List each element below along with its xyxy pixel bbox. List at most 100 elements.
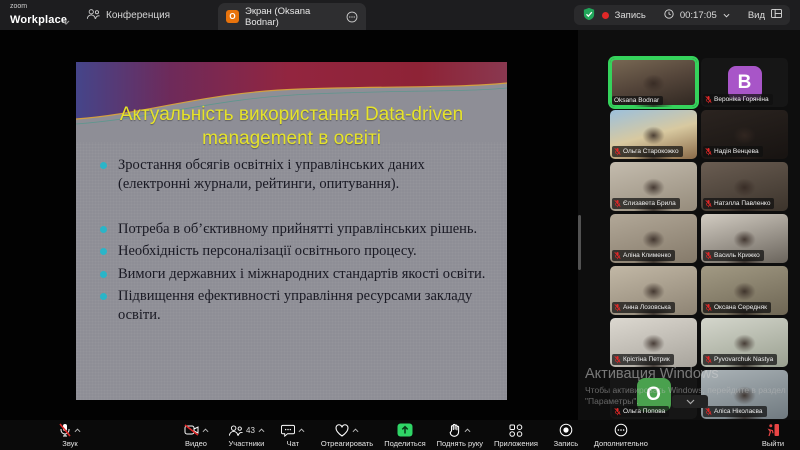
- mic-muted-icon: [614, 147, 621, 156]
- tab-screen-share[interactable]: O Экран (Oksana Bodnar): [218, 3, 366, 30]
- toolbar-record-button[interactable]: Запись: [549, 423, 583, 448]
- participant-name: Василь Крижко: [714, 252, 760, 259]
- collapse-gallery-button[interactable]: [672, 395, 708, 408]
- toolbar-left-group: Звук Видео: [53, 420, 213, 450]
- toolbar-raise-hand-button[interactable]: Поднять руку: [437, 423, 483, 448]
- participant-name: Ольга Попова: [623, 408, 665, 415]
- participant-name-label: Аліса Ніколаєва: [703, 406, 767, 417]
- tab-options-icon[interactable]: [346, 11, 358, 23]
- zoom-window: zoom Workplace Конференция O Экран (Oksa…: [0, 0, 800, 450]
- participant-name: Pyvovarchuk Nastya: [714, 356, 773, 363]
- toolbar-share-button[interactable]: Поделиться: [384, 423, 425, 448]
- toolbar-leave-button[interactable]: Выйти: [756, 423, 790, 448]
- more-icon: [614, 423, 628, 437]
- participant-name-label: Єлизавета Брила: [612, 198, 680, 209]
- slide-bullet: Вимоги державних і міжнародних стандарті…: [98, 265, 490, 284]
- chevron-up-icon[interactable]: [352, 428, 359, 433]
- participant-name-label: Натэлла Павленко: [703, 198, 774, 209]
- participant-tile[interactable]: Pyvovarchuk Nastya: [701, 318, 788, 367]
- sidebar-scrollbar[interactable]: [578, 215, 581, 270]
- toolbar-label: Отреагировать: [321, 439, 373, 448]
- apps-icon: [509, 424, 523, 437]
- tab-conference[interactable]: Конференция: [86, 0, 170, 30]
- tab-screen-label: Экран (Oksana Bodnar): [245, 6, 340, 28]
- zoom-workplace-logo: zoom Workplace: [10, 3, 67, 27]
- toolbar-label: Звук: [62, 439, 77, 448]
- slide-bullet: Підвищення ефективності управління ресур…: [98, 287, 490, 325]
- participants-sidebar: Oksana Bodnar ВВероніка ГорянінаОльга Ста…: [578, 30, 800, 420]
- slide-title: Актуальність використання Data-driven ma…: [76, 103, 507, 151]
- mic-muted-icon: [705, 303, 712, 312]
- toolbar-center-group: 43Участники Чат Отреагировать Поделиться Под…: [228, 420, 648, 450]
- participant-tile[interactable]: Аліса Ніколаєва: [701, 370, 788, 419]
- chevron-up-icon[interactable]: [298, 428, 305, 433]
- record-icon: [559, 423, 573, 437]
- chevron-up-icon[interactable]: [74, 428, 81, 433]
- participant-tile[interactable]: Оксана Середняк: [701, 266, 788, 315]
- meeting-toolbar: Звук Видео 43Участники Чат Отреагировать Под…: [0, 420, 800, 450]
- mic-muted-icon: [705, 147, 712, 156]
- participant-name-label: Аліна Клименко: [612, 250, 675, 261]
- view-label[interactable]: Вид: [748, 10, 765, 21]
- participants-icon: [228, 424, 243, 437]
- participant-name: Натэлла Павленко: [714, 200, 770, 207]
- participant-name-label: Василь Крижко: [703, 250, 764, 261]
- recording-dot-icon: [602, 12, 609, 19]
- participant-tile[interactable]: Oksana Bodnar: [610, 58, 697, 107]
- toolbar-right-group: Выйти: [756, 420, 790, 450]
- meeting-timer: 00:17:05: [680, 10, 717, 21]
- participant-tile[interactable]: Василь Крижко: [701, 214, 788, 263]
- toolbar-label: Выйти: [762, 439, 784, 448]
- audio-icon: [59, 423, 71, 437]
- logo-workplace-text: Workplace: [10, 14, 67, 26]
- meeting-status-bar: Запись 00:17:05 Вид: [574, 5, 790, 25]
- chevron-up-icon[interactable]: [464, 428, 471, 433]
- participant-tile[interactable]: Крістіна Петрик: [610, 318, 697, 367]
- timer-chevron-down-icon[interactable]: [723, 10, 730, 21]
- toolbar-label: Участники: [229, 439, 265, 448]
- participant-tile[interactable]: ВВероніка Горяніна: [701, 58, 788, 107]
- participant-name-label: Pyvovarchuk Nastya: [703, 354, 777, 365]
- chevron-up-icon[interactable]: [258, 428, 265, 433]
- mic-muted-icon: [705, 355, 712, 364]
- participant-name-label: Оксана Середняк: [703, 302, 771, 313]
- toolbar-video-button[interactable]: Видео: [179, 423, 213, 448]
- chevron-down-icon[interactable]: [62, 12, 70, 30]
- recording-label: Запись: [615, 10, 646, 21]
- participant-tile[interactable]: Надія Венцева: [701, 110, 788, 159]
- slide-title-line2: management в освіті: [76, 127, 507, 151]
- view-grid-icon[interactable]: [771, 9, 782, 21]
- participant-name: Oksana Bodnar: [614, 97, 659, 104]
- mic-muted-icon: [705, 251, 712, 260]
- toolbar-audio-button[interactable]: Звук: [53, 423, 87, 448]
- toolbar-label: Приложения: [494, 439, 538, 448]
- slide-bullet: Необхідність персоналізації освітнього п…: [98, 242, 490, 261]
- shared-screen-stage: Актуальність використання Data-driven ma…: [0, 30, 578, 420]
- toolbar-apps-button[interactable]: Приложения: [494, 423, 538, 448]
- participant-tile[interactable]: Натэлла Павленко: [701, 162, 788, 211]
- participant-name-label: Ольга Попова: [612, 406, 669, 417]
- top-bar: zoom Workplace Конференция O Экран (Oksa…: [0, 0, 800, 30]
- mic-muted-icon: [705, 95, 712, 104]
- toolbar-chat-button[interactable]: Чат: [276, 423, 310, 448]
- presentation-slide: Актуальність використання Data-driven ma…: [76, 62, 507, 400]
- logo-zoom-text: zoom: [10, 3, 67, 10]
- toolbar-label: Запись: [554, 439, 579, 448]
- mic-muted-icon: [614, 251, 621, 260]
- toolbar-participants-button[interactable]: 43Участники: [228, 423, 265, 448]
- participant-name: Вероніка Горяніна: [714, 96, 769, 103]
- toolbar-more-button[interactable]: Дополнительно: [594, 423, 648, 448]
- participant-name: Оксана Середняк: [714, 304, 767, 311]
- participant-tile[interactable]: Єлизавета Брила: [610, 162, 697, 211]
- chevron-up-icon[interactable]: [202, 428, 209, 433]
- slide-bullet: Зростання обсягів освітніх і управлінськ…: [98, 156, 490, 194]
- toolbar-label: Поднять руку: [437, 439, 483, 448]
- participant-tile[interactable]: Ольга Старокожко: [610, 110, 697, 159]
- raise-hand-icon: [449, 423, 461, 437]
- participant-tile[interactable]: Аліна Клименко: [610, 214, 697, 263]
- participant-name-label: Анна Лозовська: [612, 302, 675, 313]
- security-shield-icon[interactable]: [582, 7, 596, 24]
- participant-tile[interactable]: Анна Лозовська: [610, 266, 697, 315]
- share-icon: [397, 423, 413, 437]
- toolbar-react-button[interactable]: Отреагировать: [321, 423, 373, 448]
